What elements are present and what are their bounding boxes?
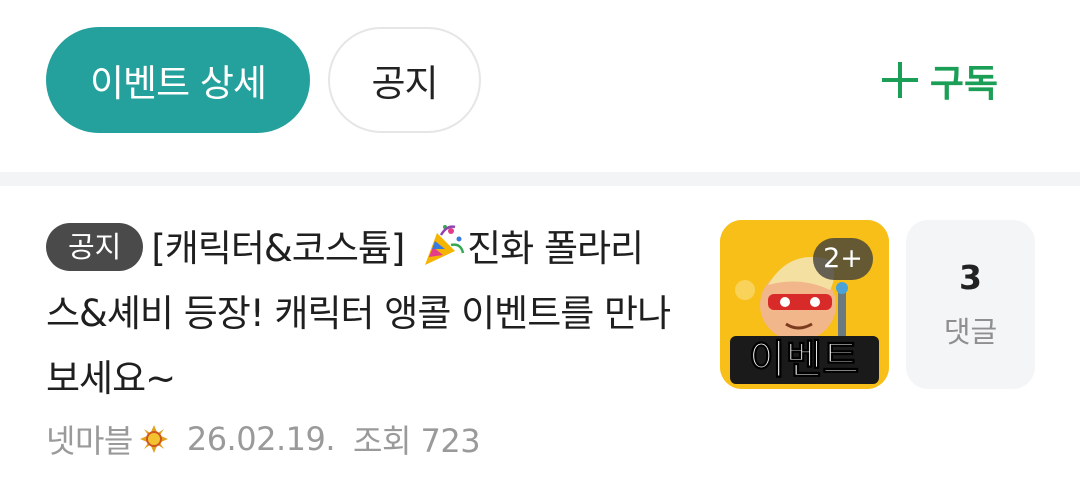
page: 이벤트 상세 공지 구독 공지 [캐릭터&코스튬] 진화 폴라리스&셰비 등장! … — [0, 0, 1080, 493]
post-list-item[interactable]: 공지 [캐릭터&코스튬] 진화 폴라리스&셰비 등장! 캐릭터 앵콜 이벤트를 만… — [0, 186, 1080, 493]
thumbnail-text: 이벤트 — [749, 337, 859, 383]
post-thumbnail[interactable]: 이벤트 2+ — [720, 220, 889, 389]
post-title[interactable]: 공지 [캐릭터&코스튬] 진화 폴라리스&셰비 등장! 캐릭터 앵콜 이벤트를 만… — [46, 216, 671, 411]
notice-badge: 공지 — [46, 223, 144, 271]
subscribe-label: 구독 — [929, 62, 998, 105]
tab-notice[interactable]: 공지 — [328, 27, 481, 133]
view-count: 조회 723 — [353, 422, 481, 460]
post-meta: 넷마블 26.02.19. 조회 723 — [46, 416, 481, 462]
subscribe-button[interactable]: 구독 — [880, 50, 998, 110]
post-date: 26.02.19. — [186, 420, 336, 458]
sun-badge-icon — [139, 425, 168, 453]
comment-button[interactable]: 3 댓글 — [906, 220, 1035, 389]
tab-event-detail[interactable]: 이벤트 상세 — [46, 27, 310, 133]
post-title-category: [캐릭터&코스튬] — [151, 227, 416, 270]
comment-count: 3 — [959, 257, 982, 297]
tab-bar: 이벤트 상세 공지 구독 — [0, 0, 1080, 172]
section-divider — [0, 172, 1080, 186]
party-popper-icon — [425, 225, 465, 265]
image-count-badge: 2+ — [813, 238, 873, 280]
plus-icon — [881, 62, 918, 98]
comment-label: 댓글 — [943, 314, 998, 349]
author-name: 넷마블 — [46, 422, 133, 460]
